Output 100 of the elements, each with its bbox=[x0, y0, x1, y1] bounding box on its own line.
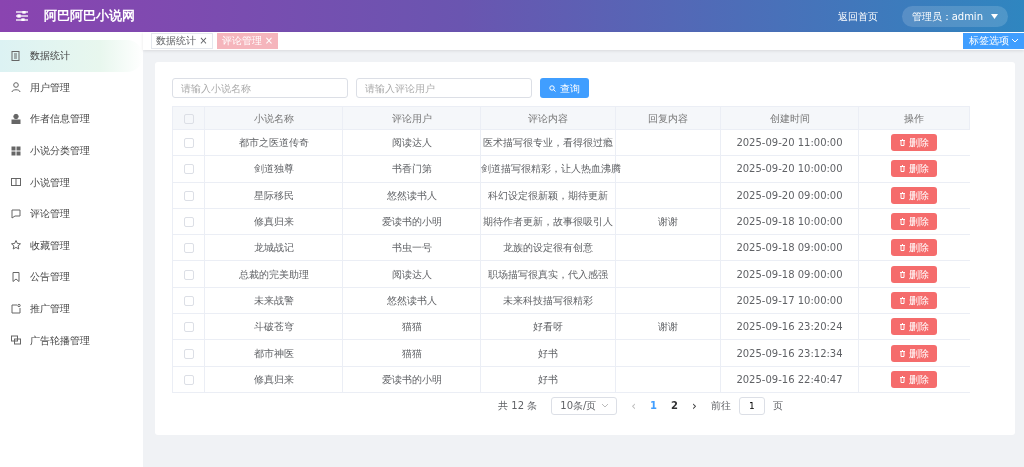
row-checkbox[interactable] bbox=[183, 374, 194, 385]
delete-button[interactable]: 删除 bbox=[891, 213, 938, 231]
page-size-select[interactable]: 10条/页 bbox=[551, 396, 618, 415]
next-page-button[interactable]: › bbox=[692, 396, 697, 415]
delete-button[interactable]: 删除 bbox=[891, 186, 938, 204]
row-checkbox[interactable] bbox=[183, 269, 194, 280]
table-cell: 职场描写很真实，代入感强 bbox=[488, 268, 608, 280]
sidebar-item[interactable]: 作者信息管理 bbox=[0, 103, 143, 135]
sidebar-item[interactable]: 小说分类管理 bbox=[0, 134, 143, 167]
list-icon bbox=[10, 49, 22, 62]
sidebar-item[interactable]: 公告管理 bbox=[0, 261, 143, 293]
person-icon bbox=[10, 113, 22, 125]
table-cell: 2025-09-20 09:00:00 bbox=[736, 189, 843, 201]
table-cell: 爱读书的小明 bbox=[381, 216, 442, 228]
tab[interactable]: 数据统计 × bbox=[151, 33, 213, 49]
delete-button[interactable]: 删除 bbox=[891, 344, 938, 362]
user-menu[interactable]: 管理员：admin bbox=[901, 5, 1008, 27]
page-number[interactable]: 2 bbox=[671, 398, 678, 414]
row-checkbox[interactable] bbox=[183, 190, 194, 201]
table-cell: 都市神医 bbox=[253, 347, 294, 359]
table-cell: 剑道独尊 bbox=[253, 163, 294, 175]
row-checkbox[interactable] bbox=[183, 322, 194, 333]
total-count: 共 12 条 bbox=[498, 399, 538, 414]
row-checkbox[interactable] bbox=[183, 138, 194, 149]
trash-icon bbox=[899, 218, 907, 226]
trash-icon bbox=[899, 296, 907, 304]
trash-icon bbox=[899, 191, 907, 199]
share-icon bbox=[10, 302, 22, 315]
book-icon bbox=[10, 176, 22, 189]
goto-label: 前往 bbox=[710, 399, 731, 414]
table-cell: 星际移民 bbox=[253, 189, 294, 201]
table-cell: 谢谢 bbox=[658, 321, 678, 333]
trash-icon bbox=[899, 349, 907, 357]
chevron-down-icon bbox=[602, 403, 609, 408]
sidebar-item[interactable]: 评论管理 bbox=[0, 197, 143, 230]
column-header: 回复内容 bbox=[615, 106, 721, 130]
trash-icon bbox=[899, 165, 907, 173]
table-cell: 阅读达人 bbox=[391, 268, 432, 280]
table-cell: 好书 bbox=[538, 373, 558, 385]
search-button[interactable]: 查询 bbox=[540, 78, 589, 98]
home-link[interactable]: 返回首页 bbox=[837, 8, 878, 24]
page-input[interactable]: 1 bbox=[738, 396, 765, 415]
sidebar-item[interactable]: 用户管理 bbox=[0, 71, 143, 104]
carousel-icon bbox=[10, 334, 22, 347]
bookmark-icon bbox=[10, 270, 22, 283]
table-cell: 2025-09-20 11:00:00 bbox=[736, 137, 843, 149]
column-header: 评论内容 bbox=[480, 106, 616, 130]
table-cell: 龙族的设定很有创意 bbox=[503, 242, 593, 254]
table-cell: 2025-09-16 23:20:24 bbox=[736, 321, 843, 333]
delete-button[interactable]: 删除 bbox=[891, 318, 938, 336]
delete-button[interactable]: 删除 bbox=[891, 291, 938, 309]
table-cell: 爱读书的小明 bbox=[381, 373, 442, 385]
menu-icon[interactable] bbox=[16, 11, 28, 21]
table-cell: 好看呀 bbox=[533, 321, 563, 333]
table-cell: 书香门第 bbox=[391, 163, 432, 175]
page-number[interactable]: 1 bbox=[650, 398, 658, 414]
trash-icon bbox=[899, 139, 907, 147]
table-cell: 2025-09-18 09:00:00 bbox=[736, 268, 843, 280]
row-checkbox[interactable] bbox=[183, 217, 194, 228]
page-suffix: 页 bbox=[772, 399, 783, 414]
table-cell: 修真归来 bbox=[253, 216, 294, 228]
trash-icon bbox=[899, 323, 907, 331]
delete-button[interactable]: 删除 bbox=[891, 370, 938, 388]
chat-icon bbox=[10, 207, 22, 220]
table-cell: 斗破苍穹 bbox=[253, 321, 294, 333]
delete-button[interactable]: 删除 bbox=[891, 265, 938, 283]
tab-options-button[interactable]: 标签选项 bbox=[962, 33, 1024, 49]
search-field[interactable]: 请输入小说名称 bbox=[172, 78, 348, 98]
table-cell: 2025-09-18 10:00:00 bbox=[736, 216, 843, 228]
table-cell: 悠然读书人 bbox=[386, 189, 437, 201]
trash-icon bbox=[899, 244, 907, 252]
column-header: 评论用户 bbox=[342, 106, 481, 130]
sidebar-item[interactable]: 广告轮播管理 bbox=[0, 324, 143, 356]
table-cell: 未来战警 bbox=[253, 294, 294, 306]
trash-icon bbox=[899, 375, 907, 383]
site-title: 阿巴阿巴小说网 bbox=[44, 7, 135, 26]
table-cell: 期待作者更新，故事很吸引人 bbox=[483, 216, 613, 228]
star-icon bbox=[10, 239, 22, 252]
sidebar-item[interactable]: 推广管理 bbox=[0, 292, 143, 325]
row-checkbox[interactable] bbox=[183, 243, 194, 254]
column-header: 小说名称 bbox=[204, 106, 343, 130]
caret-icon bbox=[991, 13, 998, 19]
table-cell: 2025-09-17 10:00:00 bbox=[736, 294, 843, 306]
row-checkbox[interactable] bbox=[183, 295, 194, 306]
column-header: 创建时间 bbox=[720, 106, 859, 130]
search-field[interactable]: 请输入评论用户 bbox=[356, 78, 532, 98]
delete-button[interactable]: 删除 bbox=[891, 239, 938, 257]
row-checkbox[interactable] bbox=[183, 164, 194, 175]
row-checkbox[interactable] bbox=[183, 348, 194, 359]
sidebar-item[interactable]: 收藏管理 bbox=[0, 229, 143, 262]
select-all-checkbox[interactable] bbox=[183, 113, 194, 124]
column-header: 操作 bbox=[858, 106, 970, 130]
delete-button[interactable]: 删除 bbox=[891, 134, 938, 152]
table-cell: 猫猫 bbox=[401, 347, 422, 359]
sidebar-item[interactable]: 小说管理 bbox=[0, 166, 143, 198]
table-cell: 剑道描写很精彩，让人热血沸腾 bbox=[481, 163, 621, 175]
table-cell: 2025-09-16 22:40:47 bbox=[736, 373, 843, 385]
delete-button[interactable]: 删除 bbox=[891, 160, 938, 178]
table-cell: 2025-09-18 09:00:00 bbox=[736, 242, 843, 254]
table-cell: 悠然读书人 bbox=[386, 294, 437, 306]
